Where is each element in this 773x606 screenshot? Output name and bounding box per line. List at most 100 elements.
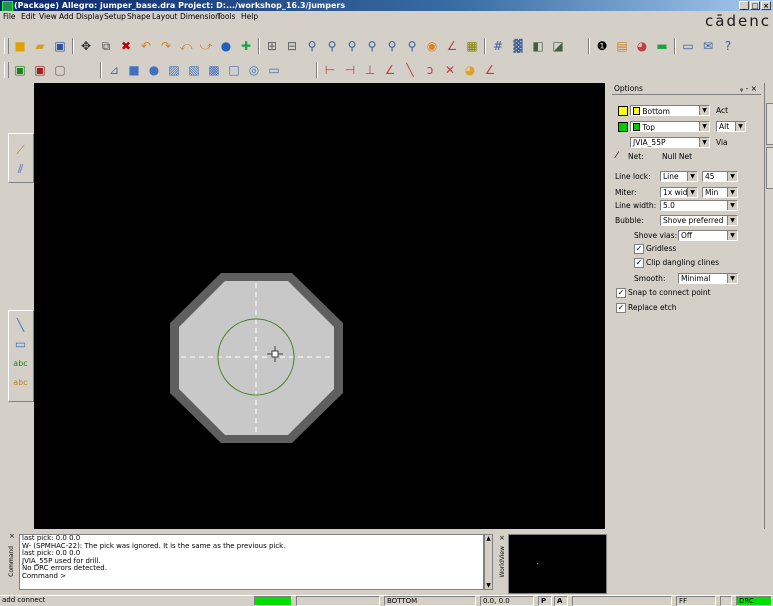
- scroll-down-icon[interactable]: ▼: [485, 582, 492, 589]
- help-icon[interactable]: ?: [720, 38, 736, 54]
- place-icon[interactable]: ▣: [12, 62, 28, 78]
- menu-help[interactable]: Help: [241, 12, 258, 22]
- snap-checkbox[interactable]: ✓: [616, 288, 626, 298]
- copy-icon[interactable]: ⧉: [98, 38, 114, 54]
- redo-icon[interactable]: ↷: [158, 38, 174, 54]
- undo-last-icon[interactable]: ⤺: [178, 38, 194, 54]
- grid-icon[interactable]: #: [490, 38, 506, 54]
- slide-icon[interactable]: ⫽: [12, 161, 29, 178]
- panel-pin-close-icon[interactable]: ᵩ - ×: [740, 83, 757, 94]
- dim-linear-icon[interactable]: ⊣: [342, 62, 358, 78]
- visibility-icon[interactable]: ◧: [530, 38, 546, 54]
- world-view[interactable]: [508, 534, 607, 594]
- add-circle-icon[interactable]: ●: [146, 62, 162, 78]
- status-icon[interactable]: ◕: [634, 38, 650, 54]
- bubble-select[interactable]: Shove preferred ▼: [660, 215, 738, 226]
- save-icon[interactable]: ▣: [52, 38, 68, 54]
- edit-text-icon[interactable]: abc: [12, 374, 29, 391]
- zoom-in-icon[interactable]: ⚲: [344, 38, 360, 54]
- menu-setup[interactable]: Setup: [104, 12, 126, 22]
- dim-radius-icon[interactable]: ↄ: [422, 62, 438, 78]
- zoom-out-icon[interactable]: ⚲: [364, 38, 380, 54]
- dim-balloon-icon[interactable]: ◕: [462, 62, 478, 78]
- alt-select[interactable]: Alt ▼: [716, 121, 746, 132]
- add-rect-tool-icon[interactable]: ▭: [12, 336, 29, 353]
- report-icon[interactable]: ▦: [464, 38, 480, 54]
- menu-display[interactable]: Display: [76, 12, 104, 22]
- find-tab[interactable]: [766, 103, 773, 145]
- cline-icon[interactable]: ∠: [444, 38, 460, 54]
- shove-vias-select[interactable]: Off ▼: [678, 230, 738, 241]
- void-rect-icon[interactable]: □: [226, 62, 242, 78]
- top-layer-swatch[interactable]: [618, 122, 628, 132]
- dimension-icon[interactable]: ⊢: [322, 62, 338, 78]
- window-icon[interactable]: ▭: [680, 38, 696, 54]
- maximize-button[interactable]: □: [750, 1, 760, 10]
- alternate-layer-select[interactable]: Top ▼: [630, 121, 710, 132]
- place-manual-icon[interactable]: ▣: [32, 62, 48, 78]
- design-canvas[interactable]: [34, 83, 605, 529]
- visibility-tab[interactable]: [766, 147, 773, 189]
- menu-view[interactable]: View: [39, 12, 57, 22]
- menu-edit[interactable]: Edit: [21, 12, 36, 22]
- dim-angle-icon[interactable]: ∠: [382, 62, 398, 78]
- close-button[interactable]: ×: [761, 1, 771, 10]
- merge-icon[interactable]: ▭: [266, 62, 282, 78]
- smooth-select[interactable]: Minimal ▼: [678, 273, 738, 284]
- clip-dangling-checkbox[interactable]: ✓: [634, 258, 644, 268]
- menu-tools[interactable]: Tools: [217, 12, 235, 22]
- close-icon[interactable]: ×: [9, 532, 15, 540]
- redraw-icon[interactable]: ◉: [424, 38, 440, 54]
- dim-leader-icon[interactable]: ╲: [402, 62, 418, 78]
- delete-icon[interactable]: ✖: [118, 38, 134, 54]
- add-shape-icon[interactable]: ▨: [166, 62, 182, 78]
- zoom-fit-icon[interactable]: ⚲: [324, 38, 340, 54]
- minimize-button[interactable]: _: [739, 1, 749, 10]
- color-icon[interactable]: ▓: [510, 38, 526, 54]
- active-layer-select[interactable]: Bottom ▼: [630, 105, 710, 116]
- zoom-points-icon[interactable]: ⚲: [304, 38, 320, 54]
- replace-etch-checkbox[interactable]: ✓: [616, 303, 626, 313]
- gridless-checkbox[interactable]: ✓: [634, 244, 644, 254]
- layers-icon[interactable]: ◪: [550, 38, 566, 54]
- line-lock-angle-select[interactable]: 45 ▼: [702, 171, 738, 182]
- menu-add[interactable]: Add: [59, 12, 74, 22]
- menu-file[interactable]: File: [3, 12, 16, 22]
- line-lock-select[interactable]: Line ▼: [660, 171, 698, 182]
- info-icon[interactable]: ❶: [594, 38, 610, 54]
- add-line-tool-icon[interactable]: ╲: [12, 317, 29, 334]
- redo-last-icon[interactable]: ⤻: [198, 38, 214, 54]
- chat-icon[interactable]: ✉: [700, 38, 716, 54]
- pin-icon[interactable]: ✚: [238, 38, 254, 54]
- add-line-icon[interactable]: ⊿: [106, 62, 122, 78]
- add-connect-icon[interactable]: ⟋: [12, 142, 29, 159]
- menu-shape[interactable]: Shape: [127, 12, 151, 22]
- miter-select[interactable]: 1x width ▼: [660, 187, 698, 198]
- void-icon[interactable]: ▩: [206, 62, 222, 78]
- scroll-up-icon[interactable]: ▲: [485, 535, 492, 542]
- add-rect-icon[interactable]: ■: [126, 62, 142, 78]
- command-log[interactable]: last pick: 0.0 0.0 W- (SPMHAC-22): The p…: [19, 534, 484, 590]
- dim-datum-icon[interactable]: ⊥: [362, 62, 378, 78]
- command-scrollbar[interactable]: ▲ ▼: [484, 534, 493, 590]
- measure-icon[interactable]: ▤: [614, 38, 630, 54]
- shape-fill-icon[interactable]: ●: [218, 38, 234, 54]
- drc-icon[interactable]: ▬: [654, 38, 670, 54]
- menu-layout[interactable]: Layout: [152, 12, 178, 22]
- void-circle-icon[interactable]: ◎: [246, 62, 262, 78]
- toolbar-grip[interactable]: [4, 38, 9, 54]
- line-width-select[interactable]: 5.0 ▼: [660, 200, 738, 211]
- group-icon[interactable]: ⊟: [284, 38, 300, 54]
- bottom-layer-swatch[interactable]: [618, 106, 628, 116]
- zoom-world-icon[interactable]: ⚲: [404, 38, 420, 54]
- undo-icon[interactable]: ↶: [138, 38, 154, 54]
- zoom-previous-icon[interactable]: ⚲: [384, 38, 400, 54]
- dim-chamfer-icon[interactable]: ✕: [442, 62, 458, 78]
- snap-grid-icon[interactable]: ⊞: [264, 38, 280, 54]
- open-folder-icon[interactable]: ▰: [32, 38, 48, 54]
- dim-edit-icon[interactable]: ∠: [482, 62, 498, 78]
- new-file-icon[interactable]: ■: [12, 38, 28, 54]
- miter-min-select[interactable]: Min ▼: [702, 187, 738, 198]
- via-select[interactable]: JVIA_55P ▼: [630, 137, 710, 148]
- move-icon[interactable]: ✥: [78, 38, 94, 54]
